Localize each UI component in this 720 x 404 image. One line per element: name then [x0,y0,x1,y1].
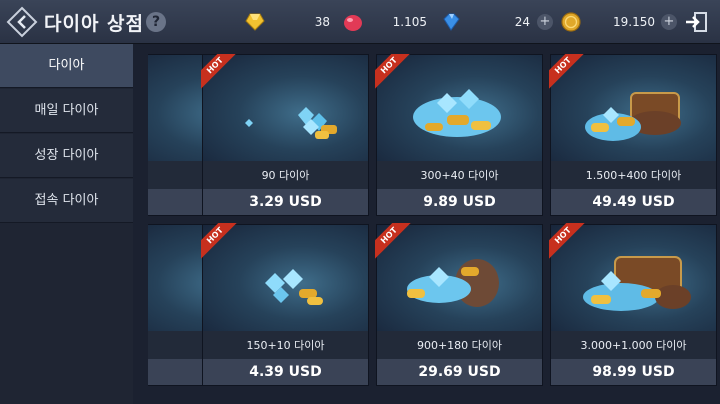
product-name: 300+40 다이아 [420,169,499,182]
product-card[interactable]: HOT 1.500+400 다이아 49.49 USD [549,54,717,216]
price-button[interactable]: 9.89 USD [377,189,542,215]
hot-badge: HOT [549,54,587,91]
price-button[interactable]: 49.49 USD [551,189,716,215]
back-icon[interactable] [4,4,40,40]
add-gold-coin-button[interactable]: + [661,14,677,30]
product-name: 150+10 다이아 [246,339,325,352]
top-bar: 다이아 상점 ? 38 1.105 24 + 19.150 + [0,0,720,44]
hot-badge: HOT [375,54,413,91]
currency-value: 24 [514,15,530,29]
sidebar-item-diamond[interactable]: 다이아 [0,44,133,88]
price-button[interactable]: 4.39 USD [203,359,368,385]
category-sidebar: 다이아 매일 다이아 성장 다이아 접속 다이아 [0,44,133,404]
currency-gold-gem: 38 [250,12,330,32]
hot-badge: HOT [375,223,413,261]
product-name: 1.500+400 다이아 [585,169,682,182]
currency-blue-diamond: 24 [450,12,530,32]
product-grid: 다이아 HOT 90 다이아 3.29 USD [148,54,720,404]
price-button[interactable]: 3.29 USD [203,189,368,215]
product-card[interactable]: HOT 150+10 다이아 4.39 USD [201,223,369,386]
add-blue-diamond-button[interactable]: + [537,14,553,30]
hot-badge: HOT [201,54,239,91]
product-name: 900+180 다이아 [416,339,503,352]
product-name: 90 다이아 [261,169,310,182]
product-card[interactable]: HOT 300+40 다이아 9.89 USD [375,54,543,216]
currency-value: 19.150 [613,15,655,29]
hot-badge: HOT [549,223,587,261]
sidebar-item-daily-diamond[interactable]: 매일 다이아 [0,89,133,133]
help-button[interactable]: ? [146,12,166,32]
sidebar-item-growth-diamond[interactable]: 성장 다이아 [0,134,133,178]
price-button[interactable]: 98.99 USD [551,359,716,385]
product-card[interactable]: HOT 900+180 다이아 29.69 USD [375,223,543,386]
sidebar-item-login-diamond[interactable]: 접속 다이아 [0,179,133,223]
currency-value: 38 [314,15,330,29]
currency-gold-coin: 19.150 [575,12,655,32]
hot-badge: HOT [201,223,239,261]
page-title: 다이아 상점 [44,13,145,35]
product-card[interactable]: HOT 90 다이아 3.29 USD [201,54,369,216]
price-button[interactable]: 29.69 USD [377,359,542,385]
exit-icon[interactable] [684,11,708,33]
product-name: 3.000+1.000 다이아 [580,339,687,352]
currency-red-gem: 1.105 [347,12,427,32]
currency-value: 1.105 [392,15,427,29]
product-card[interactable]: HOT 3.000+1.000 다이아 98.99 USD [549,223,717,386]
